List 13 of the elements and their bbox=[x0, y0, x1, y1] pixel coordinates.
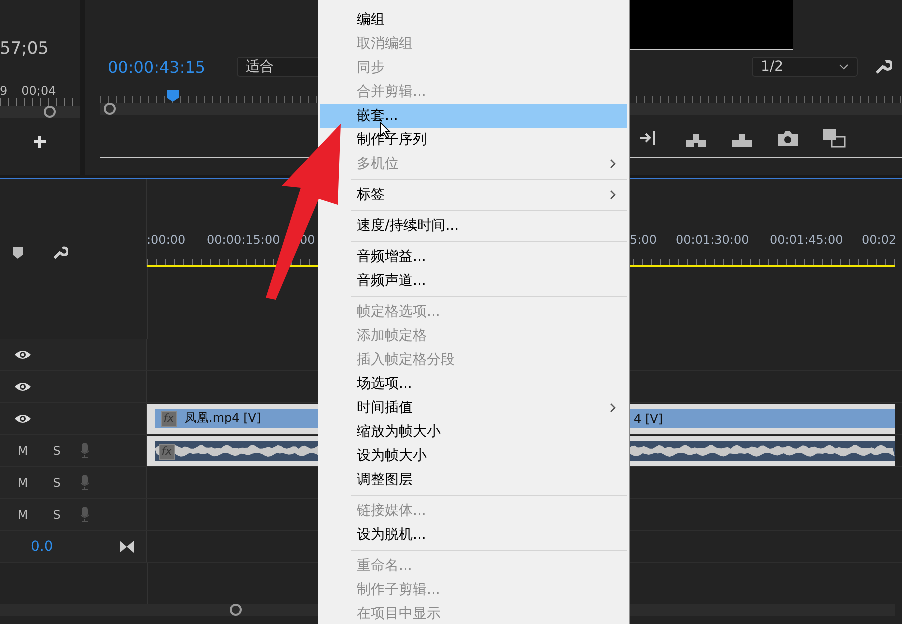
timecode: 57;05 bbox=[0, 38, 50, 60]
clip-label: 4 [V] bbox=[634, 412, 664, 426]
ruler-label: 00:00:15:00 bbox=[207, 233, 280, 247]
ruler-label: 9 bbox=[0, 84, 8, 98]
ruler-label: 00:02 bbox=[862, 233, 897, 247]
fx-badge: fx bbox=[159, 444, 175, 460]
fx-badge: fx bbox=[161, 410, 177, 426]
ruler-label: 5:00 bbox=[630, 233, 657, 247]
ruler-label: 00;04 bbox=[22, 84, 56, 98]
clip-label: 凤凰.mp4 [V] bbox=[185, 410, 262, 427]
ruler-label: :00:00 bbox=[147, 233, 186, 247]
ruler-label: 00:01:30:00 bbox=[676, 233, 750, 247]
ruler-label: 00:01:45:00 bbox=[770, 233, 844, 247]
